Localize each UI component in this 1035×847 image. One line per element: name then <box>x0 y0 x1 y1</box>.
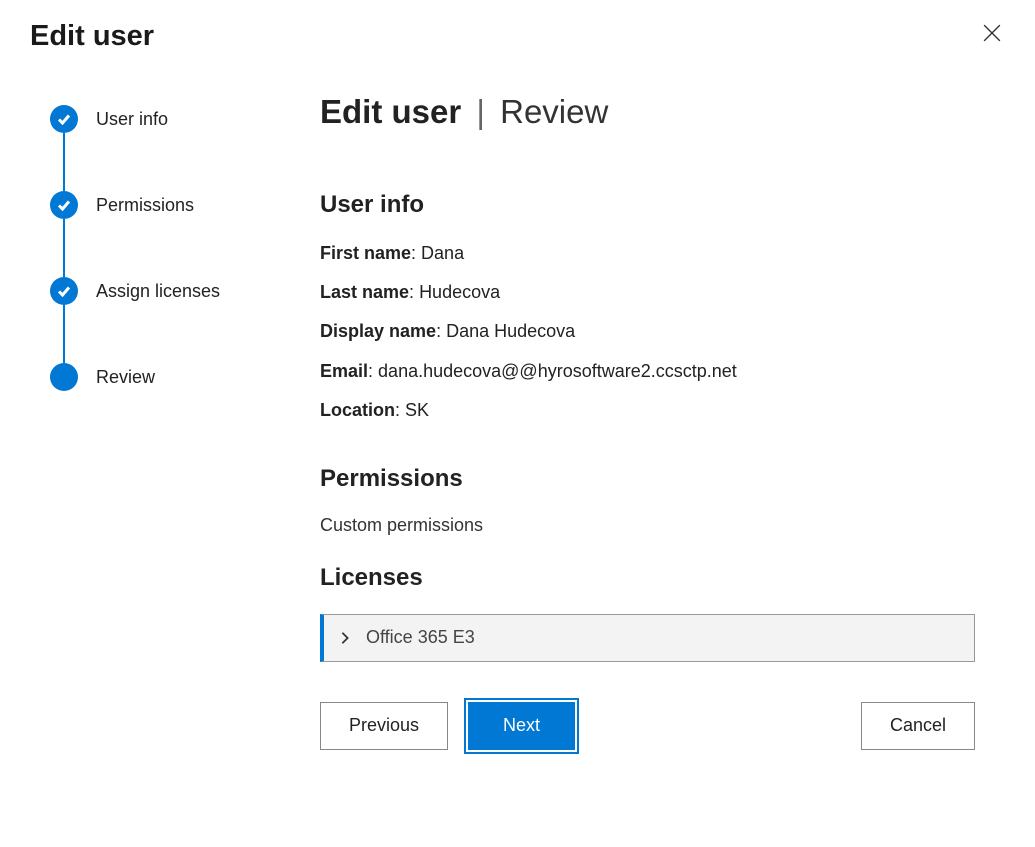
edit-user-dialog: Edit user User info Permissions <box>0 0 1035 847</box>
step-connector <box>63 219 65 277</box>
location-label: Location <box>320 400 395 420</box>
location-value: SK <box>405 400 429 420</box>
previous-button[interactable]: Previous <box>320 702 448 750</box>
first-name-row: First name: Dana <box>320 241 975 266</box>
close-button[interactable] <box>979 20 1005 46</box>
dialog-title: Edit user <box>30 20 154 53</box>
email-row: Email: dana.hudecova@@hyrosoftware2.ccsc… <box>320 359 975 384</box>
user-info-heading: User info <box>320 191 975 219</box>
step-connector <box>63 305 65 363</box>
last-name-row: Last name: Hudecova <box>320 280 975 305</box>
wizard-footer: Previous Next Cancel <box>320 702 975 760</box>
permissions-heading: Permissions <box>320 465 975 493</box>
step-permissions[interactable]: Permissions <box>50 191 280 277</box>
display-name-value: Dana Hudecova <box>446 321 575 341</box>
step-complete-icon <box>50 277 78 305</box>
page-title-separator: | <box>476 93 485 130</box>
step-complete-icon <box>50 105 78 133</box>
step-label: Permissions <box>96 195 194 216</box>
cancel-button[interactable]: Cancel <box>861 702 975 750</box>
dialog-body: User info Permissions Assign licenses Re <box>30 93 1005 827</box>
permissions-summary: Custom permissions <box>320 515 975 536</box>
email-label: Email <box>320 361 368 381</box>
step-label: Review <box>96 367 155 388</box>
license-expander[interactable]: Office 365 E3 <box>320 614 975 662</box>
display-name-label: Display name <box>320 321 436 341</box>
display-name-row: Display name: Dana Hudecova <box>320 319 975 344</box>
step-user-info[interactable]: User info <box>50 105 280 191</box>
step-current-icon <box>50 363 78 391</box>
licenses-heading: Licenses <box>320 564 975 592</box>
first-name-value: Dana <box>421 243 464 263</box>
step-label: Assign licenses <box>96 281 220 302</box>
next-button[interactable]: Next <box>468 702 575 750</box>
dialog-header: Edit user <box>30 20 1005 93</box>
wizard-stepper: User info Permissions Assign licenses Re <box>30 93 280 827</box>
step-connector <box>63 133 65 191</box>
page-title-sub: Review <box>500 93 608 130</box>
step-complete-icon <box>50 191 78 219</box>
page-title: Edit user | Review <box>320 93 975 131</box>
step-label: User info <box>96 109 168 130</box>
step-review[interactable]: Review <box>50 363 280 391</box>
page-title-main: Edit user <box>320 93 461 130</box>
first-name-label: First name <box>320 243 411 263</box>
last-name-label: Last name <box>320 282 409 302</box>
chevron-right-icon <box>338 631 352 645</box>
email-value: dana.hudecova@@hyrosoftware2.ccsctp.net <box>378 361 737 381</box>
main-panel: Edit user | Review User info First name:… <box>320 93 1005 827</box>
close-icon <box>983 24 1001 42</box>
user-info-list: First name: Dana Last name: Hudecova Dis… <box>320 241 975 437</box>
step-assign-licenses[interactable]: Assign licenses <box>50 277 280 363</box>
last-name-value: Hudecova <box>419 282 500 302</box>
location-row: Location: SK <box>320 398 975 423</box>
license-name: Office 365 E3 <box>366 627 475 648</box>
